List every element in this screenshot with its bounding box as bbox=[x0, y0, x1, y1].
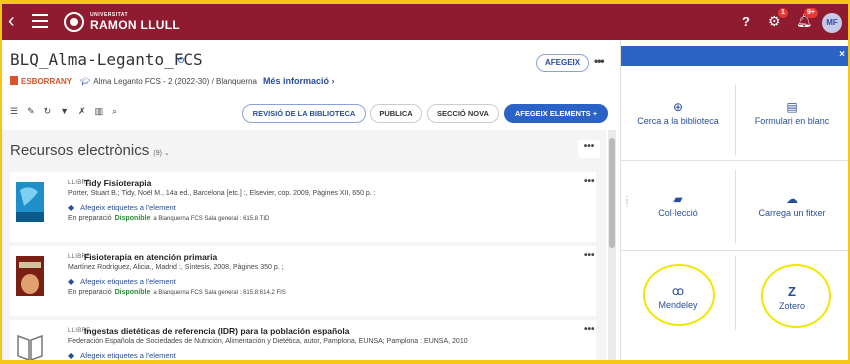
book-cover-thumbnail bbox=[16, 256, 44, 296]
item-availability: En preparació Disponible a Blanquerna FCS … bbox=[68, 215, 270, 222]
new-section-button[interactable]: SECCIÓ NOVA bbox=[427, 104, 499, 123]
add-tags-link[interactable]: ◆ Afegeix etiquetes a l'element bbox=[68, 351, 176, 360]
highlight-circle bbox=[761, 264, 831, 328]
course-icon: 🎓︎ bbox=[80, 77, 91, 86]
item-more-button[interactable]: ••• bbox=[584, 250, 595, 261]
tag-icon: ◆ bbox=[68, 277, 75, 286]
list-item[interactable]: LLIBRE Tidy Fisioterapia Porter, Stuart … bbox=[10, 172, 596, 242]
top-bar: ‹ UNIVERSITAT RAMON LLULL ? ⚙ 1 🔔︎ 9+ MF bbox=[2, 4, 848, 40]
panel-header: × bbox=[621, 46, 848, 66]
item-more-button[interactable]: ••• bbox=[584, 324, 595, 335]
item-details: Porter, Stuart B.; Tidy, Noël M., 14a ed… bbox=[68, 190, 376, 197]
book-icon bbox=[17, 334, 43, 360]
hamburger-menu-icon[interactable] bbox=[32, 14, 48, 28]
status-badge: ESBORRANY bbox=[21, 77, 73, 86]
university-name: RAMON LLULL bbox=[90, 18, 180, 32]
item-title[interactable]: Ingestas dietéticas de referencia (IDR) … bbox=[84, 326, 349, 336]
add-tags-link[interactable]: ◆ Afegeix etiquetes a l'element bbox=[68, 203, 176, 212]
page-title: BLQ_Alma-Leganto_FCS bbox=[10, 50, 203, 69]
more-info-link[interactable]: Més informació › bbox=[263, 76, 335, 86]
add-button[interactable]: AFEGEIX bbox=[536, 54, 590, 72]
add-elements-button[interactable]: AFEGEIX ELEMENTS + bbox=[504, 104, 608, 123]
help-icon[interactable]: ? bbox=[742, 14, 750, 29]
highlight-circle bbox=[643, 264, 715, 326]
publish-button[interactable]: PUBLICA bbox=[370, 104, 422, 123]
collection-option[interactable]: ▰ Col·lecció bbox=[621, 192, 735, 218]
visibility-icon[interactable] bbox=[178, 57, 184, 63]
item-availability: En preparació Disponible a Blanquerna FCS … bbox=[68, 289, 286, 296]
search-icon[interactable]: ⌕ bbox=[112, 106, 117, 117]
form-icon: ▤ bbox=[786, 100, 798, 114]
reading-list: BLQ_Alma-Leganto_FCS AFEGEIX ••• ESBORRA… bbox=[2, 40, 620, 360]
list-tools: ☰ ✎ ↻ ▼ ✗ ▥ ⌕ bbox=[10, 106, 126, 117]
upload-file-option[interactable]: ☁ Carrega un fitxer bbox=[735, 192, 848, 218]
add-element-panel: × ⋮ ⋮ ⊕ Cerca a la biblioteca ▤ Formulari e… bbox=[620, 40, 848, 360]
book-cover-thumbnail bbox=[16, 182, 44, 222]
filter-icon[interactable]: ▼ bbox=[60, 106, 69, 116]
back-chevron-icon[interactable]: ‹ bbox=[8, 11, 15, 31]
availability-status: Disponible bbox=[114, 289, 151, 296]
item-title[interactable]: Tidy Fisioterapia bbox=[84, 178, 151, 188]
tools-icon[interactable]: ✗ bbox=[78, 106, 86, 117]
close-icon[interactable]: × bbox=[839, 49, 845, 60]
tag-icon: ◆ bbox=[68, 351, 75, 360]
refresh-icon[interactable]: ↻ bbox=[44, 106, 52, 117]
cloud-upload-icon: ☁ bbox=[786, 192, 798, 206]
list-item[interactable]: LLIBRE Ingestas dietéticas de referencia… bbox=[10, 320, 596, 360]
add-tags-link[interactable]: ◆ Afegeix etiquetes a l'element bbox=[68, 277, 176, 286]
item-more-button[interactable]: ••• bbox=[584, 176, 595, 187]
scrollbar-thumb[interactable] bbox=[609, 138, 615, 248]
folder-icon: ▰ bbox=[673, 192, 683, 206]
search-plus-icon: ⊕ bbox=[672, 100, 684, 114]
list-meta: ESBORRANY 🎓︎ Alma Leganto FCS - 2 (2022-30… bbox=[10, 76, 334, 86]
analytics-icon[interactable]: ▥ bbox=[95, 106, 104, 117]
section-more-button[interactable]: ••• bbox=[578, 140, 600, 158]
item-title[interactable]: Fisioterapia en atención primaria bbox=[84, 252, 217, 262]
section-electronic-resources: Recursos electrònics (9) ⌄ ••• LLIBRE Ti… bbox=[2, 130, 606, 360]
section-title[interactable]: Recursos electrònics (9) ⌄ bbox=[10, 142, 170, 159]
item-details: Martínez Rodríguez, Alicia., Madrid :, S… bbox=[68, 264, 284, 271]
app-window: ‹ UNIVERSITAT RAMON LLULL ? ⚙ 1 🔔︎ 9+ MF… bbox=[2, 4, 848, 360]
availability-status: Disponible bbox=[114, 215, 151, 222]
avatar[interactable]: MF bbox=[822, 13, 842, 33]
course-link[interactable]: Alma Leganto FCS - 2 (2022-30) / Blanque… bbox=[93, 77, 257, 86]
scrollbar[interactable] bbox=[608, 130, 616, 360]
tag-icon: ◆ bbox=[68, 203, 75, 212]
library-search-option[interactable]: ⊕ Cerca a la biblioteca bbox=[621, 100, 735, 126]
item-details: Federación Española de Sociedades de Nut… bbox=[68, 338, 468, 345]
list-more-button[interactable]: ••• bbox=[594, 54, 605, 68]
list-item[interactable]: LLIBRE Fisioterapia en atención primaria… bbox=[10, 246, 596, 316]
list-view-icon[interactable]: ☰ bbox=[10, 106, 18, 117]
university-logo-icon bbox=[64, 12, 84, 32]
draft-icon bbox=[10, 76, 18, 85]
notifications-badge: 9+ bbox=[804, 8, 818, 18]
edit-icon[interactable]: ✎ bbox=[27, 106, 35, 117]
blank-form-option[interactable]: ▤ Formulari en blanc bbox=[735, 100, 848, 126]
library-review-button[interactable]: REVISIÓ DE LA BIBLIOTECA bbox=[242, 104, 366, 123]
settings-badge: 1 bbox=[778, 8, 788, 18]
section-count: (9) bbox=[153, 150, 162, 157]
